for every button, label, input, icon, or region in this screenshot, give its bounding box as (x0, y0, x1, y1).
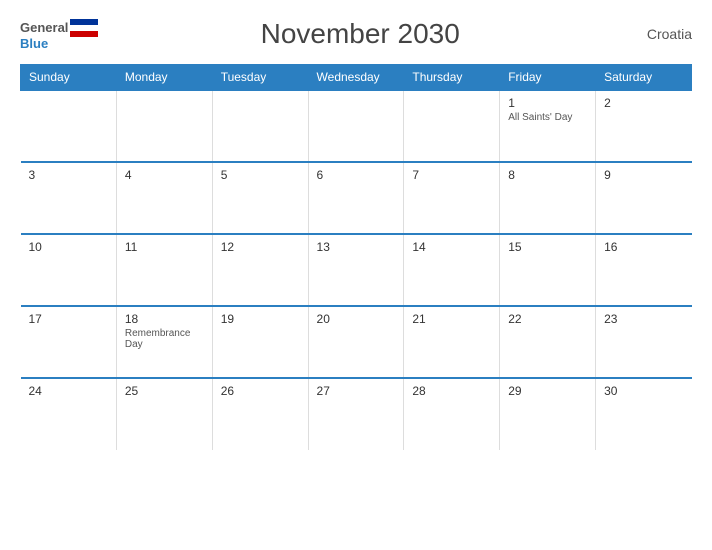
day-number: 2 (604, 96, 683, 110)
col-saturday: Saturday (596, 65, 692, 91)
week-row-4: 17 18 Remembrance Day 19 20 21 22 23 (21, 306, 692, 378)
day-cell-2-1: 11 (116, 234, 212, 306)
day-number: 26 (221, 384, 300, 398)
day-cell-2-4: 14 (404, 234, 500, 306)
day-number: 9 (604, 168, 683, 182)
day-number: 25 (125, 384, 204, 398)
logo: General Blue (20, 19, 98, 50)
day-number: 17 (29, 312, 108, 326)
day-number: 20 (317, 312, 396, 326)
day-cell-2-3: 13 (308, 234, 404, 306)
day-number: 4 (125, 168, 204, 182)
col-sunday: Sunday (21, 65, 117, 91)
calendar-title: November 2030 (98, 18, 622, 50)
day-number: 30 (604, 384, 683, 398)
day-cell-0-2 (212, 90, 308, 162)
day-number: 16 (604, 240, 683, 254)
day-number: 11 (125, 240, 204, 254)
day-cell-0-6: 2 (596, 90, 692, 162)
day-cell-4-5: 29 (500, 378, 596, 450)
day-cell-3-2: 19 (212, 306, 308, 378)
day-number: 24 (29, 384, 108, 398)
day-cell-3-4: 21 (404, 306, 500, 378)
day-cell-1-6: 9 (596, 162, 692, 234)
day-cell-4-1: 25 (116, 378, 212, 450)
day-cell-3-0: 17 (21, 306, 117, 378)
day-cell-0-4 (404, 90, 500, 162)
day-cell-4-2: 26 (212, 378, 308, 450)
day-number: 7 (412, 168, 491, 182)
day-cell-1-4: 7 (404, 162, 500, 234)
day-cell-2-6: 16 (596, 234, 692, 306)
logo-flag-icon (70, 19, 98, 37)
week-row-1: 1 All Saints' Day 2 (21, 90, 692, 162)
day-cell-3-6: 23 (596, 306, 692, 378)
holiday-label: All Saints' Day (508, 112, 587, 123)
day-number: 18 (125, 312, 204, 326)
day-cell-4-0: 24 (21, 378, 117, 450)
day-cell-4-6: 30 (596, 378, 692, 450)
day-cell-1-3: 6 (308, 162, 404, 234)
day-number: 1 (508, 96, 587, 110)
calendar-table: Sunday Monday Tuesday Wednesday Thursday… (20, 64, 692, 450)
day-number: 13 (317, 240, 396, 254)
day-cell-1-0: 3 (21, 162, 117, 234)
weekday-header-row: Sunday Monday Tuesday Wednesday Thursday… (21, 65, 692, 91)
day-cell-3-5: 22 (500, 306, 596, 378)
day-number: 12 (221, 240, 300, 254)
day-cell-0-5: 1 All Saints' Day (500, 90, 596, 162)
day-number: 27 (317, 384, 396, 398)
day-number: 8 (508, 168, 587, 182)
day-cell-3-1: 18 Remembrance Day (116, 306, 212, 378)
day-number: 19 (221, 312, 300, 326)
day-cell-1-5: 8 (500, 162, 596, 234)
day-number: 5 (221, 168, 300, 182)
day-cell-0-3 (308, 90, 404, 162)
holiday-label: Remembrance Day (125, 328, 204, 350)
day-number: 23 (604, 312, 683, 326)
day-number: 22 (508, 312, 587, 326)
week-row-3: 10 11 12 13 14 15 16 (21, 234, 692, 306)
day-number: 29 (508, 384, 587, 398)
day-number: 15 (508, 240, 587, 254)
day-number: 10 (29, 240, 108, 254)
day-cell-0-0 (21, 90, 117, 162)
logo-general-text: General (20, 21, 68, 34)
day-cell-2-2: 12 (212, 234, 308, 306)
day-number: 21 (412, 312, 491, 326)
day-cell-3-3: 20 (308, 306, 404, 378)
day-number: 28 (412, 384, 491, 398)
day-number: 3 (29, 168, 108, 182)
col-wednesday: Wednesday (308, 65, 404, 91)
page: General Blue November 2030 Croatia Sunda… (0, 0, 712, 550)
day-cell-2-5: 15 (500, 234, 596, 306)
col-monday: Monday (116, 65, 212, 91)
day-cell-4-4: 28 (404, 378, 500, 450)
logo-blue-text: Blue (20, 37, 48, 50)
day-cell-2-0: 10 (21, 234, 117, 306)
header: General Blue November 2030 Croatia (20, 18, 692, 50)
col-tuesday: Tuesday (212, 65, 308, 91)
col-thursday: Thursday (404, 65, 500, 91)
day-cell-4-3: 27 (308, 378, 404, 450)
day-cell-0-1 (116, 90, 212, 162)
col-friday: Friday (500, 65, 596, 91)
day-cell-1-2: 5 (212, 162, 308, 234)
week-row-2: 3 4 5 6 7 8 9 (21, 162, 692, 234)
day-number: 14 (412, 240, 491, 254)
week-row-5: 24 25 26 27 28 29 30 (21, 378, 692, 450)
country-label: Croatia (622, 26, 692, 42)
day-number: 6 (317, 168, 396, 182)
day-cell-1-1: 4 (116, 162, 212, 234)
